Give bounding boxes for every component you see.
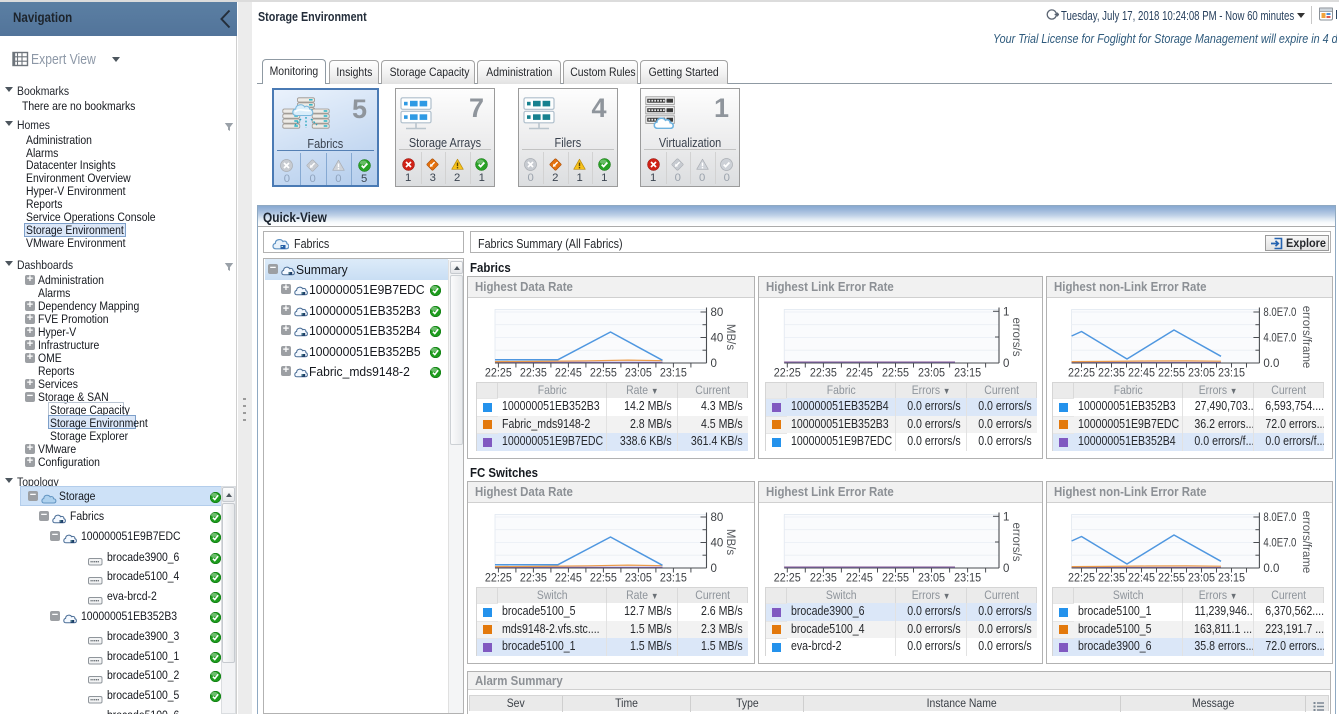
svg-text:0.0: 0.0 xyxy=(1263,563,1279,575)
svg-text:8.0E7.0: 8.0E7.0 xyxy=(1263,512,1296,524)
svg-text:22:35: 22:35 xyxy=(1098,573,1125,585)
svg-text:0.0: 0.0 xyxy=(1263,358,1279,370)
svg-text:22:55: 22:55 xyxy=(882,573,909,585)
svg-text:4.0E7.0: 4.0E7.0 xyxy=(1263,538,1296,550)
svg-text:22:55: 22:55 xyxy=(1158,573,1185,585)
svg-text:23:05: 23:05 xyxy=(1188,573,1215,585)
svg-text:1: 1 xyxy=(1003,306,1009,318)
svg-text:22:35: 22:35 xyxy=(520,368,547,380)
svg-text:22:45: 22:45 xyxy=(1128,368,1155,380)
svg-text:22:55: 22:55 xyxy=(882,368,909,380)
svg-text:8.0E7.0: 8.0E7.0 xyxy=(1263,307,1296,319)
svg-text:22:25: 22:25 xyxy=(485,368,512,380)
svg-text:22:45: 22:45 xyxy=(846,573,873,585)
svg-text:22:25: 22:25 xyxy=(485,573,512,585)
svg-text:errors/s: errors/s xyxy=(1010,318,1022,357)
svg-text:23:15: 23:15 xyxy=(954,368,981,380)
svg-text:40: 40 xyxy=(711,333,724,345)
svg-text:22:55: 22:55 xyxy=(590,368,617,380)
svg-text:0: 0 xyxy=(1003,563,1009,575)
svg-text:22:25: 22:25 xyxy=(774,573,801,585)
svg-text:4.0E7.0: 4.0E7.0 xyxy=(1263,333,1296,345)
svg-text:22:45: 22:45 xyxy=(555,573,582,585)
svg-text:23:05: 23:05 xyxy=(918,573,945,585)
svg-text:MB/s: MB/s xyxy=(724,529,736,555)
svg-text:23:15: 23:15 xyxy=(660,368,687,380)
svg-text:23:05: 23:05 xyxy=(625,573,652,585)
svg-text:22:35: 22:35 xyxy=(520,573,547,585)
svg-text:errors/s: errors/s xyxy=(1010,523,1022,562)
svg-text:22:55: 22:55 xyxy=(1158,368,1185,380)
svg-text:22:55: 22:55 xyxy=(590,573,617,585)
svg-text:22:45: 22:45 xyxy=(555,368,582,380)
svg-text:22:25: 22:25 xyxy=(774,368,801,380)
svg-text:1: 1 xyxy=(1003,511,1009,523)
svg-text:22:25: 22:25 xyxy=(1068,368,1095,380)
svg-text:23:05: 23:05 xyxy=(1188,368,1215,380)
svg-text:23:05: 23:05 xyxy=(918,368,945,380)
svg-text:23:15: 23:15 xyxy=(954,573,981,585)
svg-text:0: 0 xyxy=(711,358,717,370)
svg-text:MB/s: MB/s xyxy=(724,324,736,350)
svg-text:22:35: 22:35 xyxy=(810,573,837,585)
svg-text:22:35: 22:35 xyxy=(810,368,837,380)
svg-text:22:45: 22:45 xyxy=(846,368,873,380)
svg-text:0: 0 xyxy=(1003,358,1009,370)
svg-text:80: 80 xyxy=(711,512,724,524)
svg-text:errors/frame: errors/frame xyxy=(1300,511,1312,574)
svg-text:23:15: 23:15 xyxy=(1218,368,1245,380)
svg-text:23:15: 23:15 xyxy=(1218,573,1245,585)
svg-text:23:05: 23:05 xyxy=(625,368,652,380)
svg-text:errors/frame: errors/frame xyxy=(1300,306,1312,369)
svg-text:22:25: 22:25 xyxy=(1068,573,1095,585)
svg-text:22:35: 22:35 xyxy=(1098,368,1125,380)
svg-text:80: 80 xyxy=(711,307,724,319)
svg-text:0: 0 xyxy=(711,563,717,575)
svg-text:22:45: 22:45 xyxy=(1128,573,1155,585)
svg-text:40: 40 xyxy=(711,538,724,550)
svg-text:23:15: 23:15 xyxy=(660,573,687,585)
